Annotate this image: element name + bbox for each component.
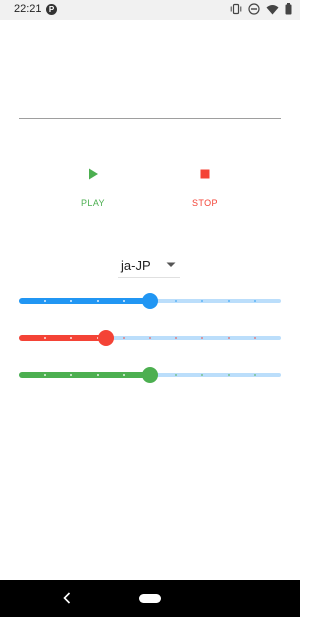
back-icon[interactable] (62, 592, 72, 604)
navigation-bar (0, 580, 300, 617)
stop-button[interactable]: STOP (170, 160, 240, 215)
slider-thumb[interactable] (142, 293, 158, 309)
green-slider[interactable] (19, 365, 281, 385)
status-bar: 22:21 P (0, 0, 300, 20)
status-time: 22:21 (14, 3, 42, 15)
home-pill[interactable] (139, 594, 161, 603)
vibrate-icon (230, 3, 242, 15)
stop-icon (200, 169, 210, 179)
slider-tick (96, 300, 99, 302)
slider-tick (96, 374, 99, 376)
chevron-down-icon (166, 262, 176, 267)
status-icons (230, 3, 292, 15)
dnd-icon (248, 3, 260, 15)
language-dropdown[interactable]: ja-JP (118, 253, 180, 278)
slider-thumb[interactable] (142, 367, 158, 383)
battery-icon (285, 3, 292, 15)
slider-track-active (19, 372, 150, 378)
slider-tick (253, 374, 256, 376)
stop-label: STOP (192, 198, 218, 208)
slider-tick (253, 337, 256, 339)
slider-tick (122, 374, 125, 376)
slider-tick (122, 300, 125, 302)
wifi-icon (266, 4, 279, 14)
slider-tick (227, 300, 230, 302)
slider-tick (227, 337, 230, 339)
language-selected: ja-JP (121, 257, 151, 273)
app-notification-icon: P (46, 4, 57, 15)
speech-text-input[interactable] (19, 90, 281, 119)
play-label: PLAY (81, 198, 105, 208)
play-button[interactable]: PLAY (58, 160, 128, 215)
red-slider[interactable] (19, 328, 281, 348)
slider-thumb[interactable] (98, 330, 115, 346)
play-icon (89, 168, 98, 180)
slider-tick (253, 300, 256, 302)
slider-tick (227, 374, 230, 376)
blue-slider[interactable] (19, 291, 281, 311)
slider-tick (149, 337, 151, 339)
slider-tick (122, 337, 125, 339)
slider-track-active (19, 335, 107, 341)
slider-track-active (19, 298, 150, 304)
